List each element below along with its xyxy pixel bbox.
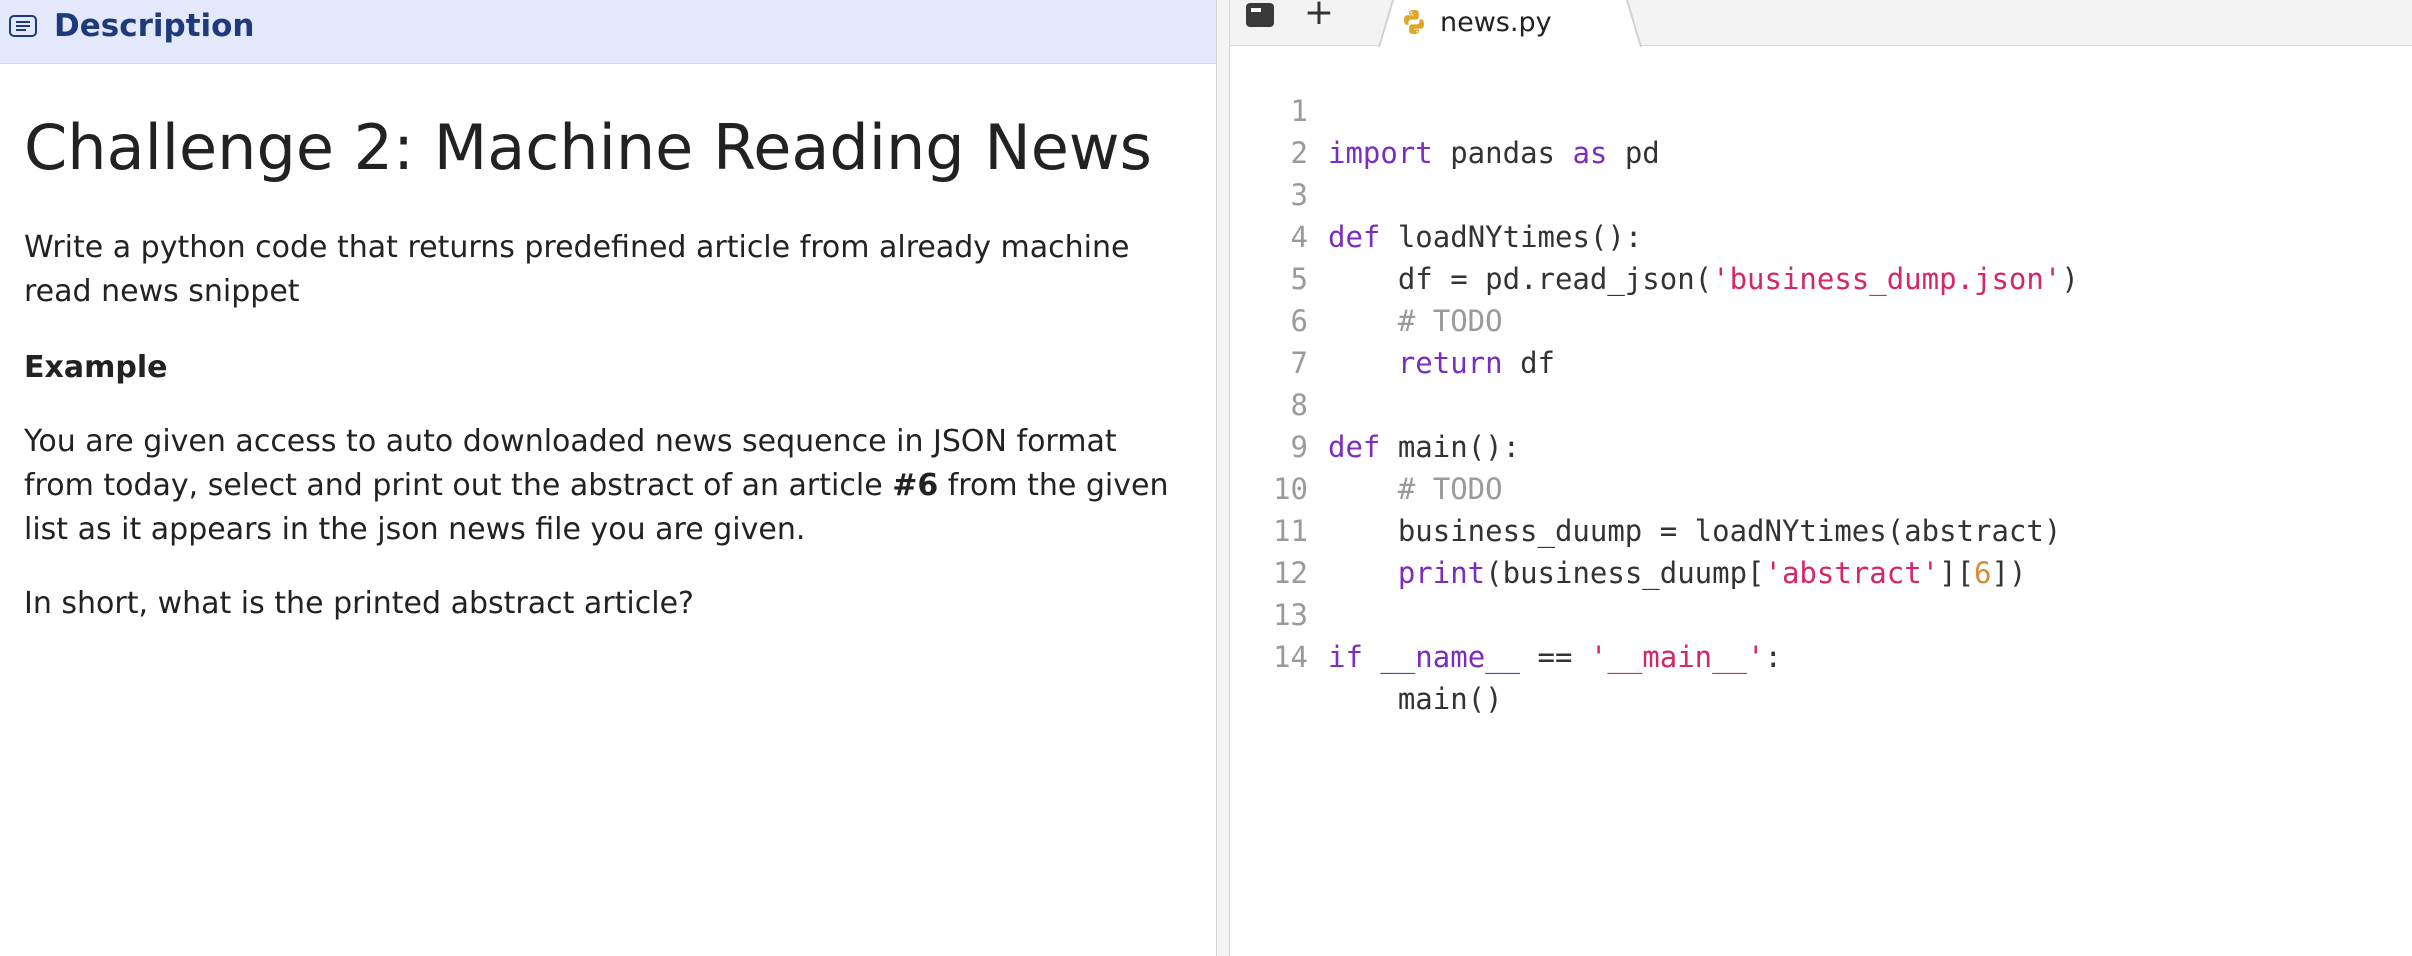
tab-filename: news.py (1440, 7, 1552, 38)
terminal-icon (1246, 3, 1274, 27)
code-text: if __name__ == '__main__': (1328, 636, 1782, 678)
line-number: 14 (1273, 640, 1308, 674)
code-token: == (1520, 640, 1590, 674)
code-line: 5 # TODO (1230, 216, 2412, 338)
challenge-title: Challenge 2: Machine Reading News (24, 111, 1152, 184)
code-line: 1 import pandas as pd (1230, 48, 2412, 170)
code-line: 10 business_duump = loadNYtimes(abstract… (1230, 426, 2412, 548)
code-line: 14 main() (1230, 594, 2412, 716)
code-token: : (1764, 640, 1782, 674)
example-paragraph: You are given access to auto downloaded … (24, 420, 1174, 552)
code-line: 6 return df (1230, 258, 2412, 380)
document-lines-icon (9, 15, 37, 37)
description-content: Challenge 2: Machine Reading News Write … (24, 100, 1174, 621)
panel-resize-handle[interactable] (1216, 0, 1230, 956)
article-number: #6 (892, 468, 939, 503)
code-line: 13 if __name__ == '__main__': (1230, 552, 2412, 674)
plus-icon: + (1303, 0, 1335, 33)
code-area[interactable]: 1 import pandas as pd 2 3 def loadNYtime… (1230, 48, 2412, 956)
editor-tab-bar: + news.py (1230, 0, 2412, 47)
code-line: 3 def loadNYtimes(): (1230, 132, 2412, 254)
python-icon (1404, 10, 1424, 34)
description-header[interactable]: Description (0, 0, 1216, 64)
description-tab-label: Description (54, 8, 255, 44)
description-panel: Description Challenge 2: Machine Reading… (0, 0, 1216, 956)
question-paragraph: In short, what is the printed abstract a… (24, 586, 694, 621)
code-line: 9 # TODO (1230, 384, 2412, 506)
code-line: 4 df = pd.read_json('business_dump.json'… (1230, 174, 2412, 296)
code-line: 11 print(business_duump['abstract'][6]) (1230, 468, 2412, 590)
task-paragraph: Write a python code that returns predefi… (24, 230, 1130, 309)
dunder-token: __name__ (1380, 640, 1521, 674)
code-editor: + news.py 1 import pandas as pd 2 3 def … (1230, 0, 2412, 956)
code-line: 8 def main(): (1230, 342, 2412, 464)
add-file-button[interactable]: + (1302, 0, 1336, 33)
example-heading: Example (24, 350, 168, 385)
code-token: main() (1328, 682, 1503, 716)
code-line: 7 (1230, 300, 2412, 380)
code-line: 12 (1230, 510, 2412, 590)
terminal-button[interactable] (1244, 0, 1276, 30)
code-line: 2 (1230, 90, 2412, 170)
string-token: '__main__' (1589, 640, 1765, 674)
